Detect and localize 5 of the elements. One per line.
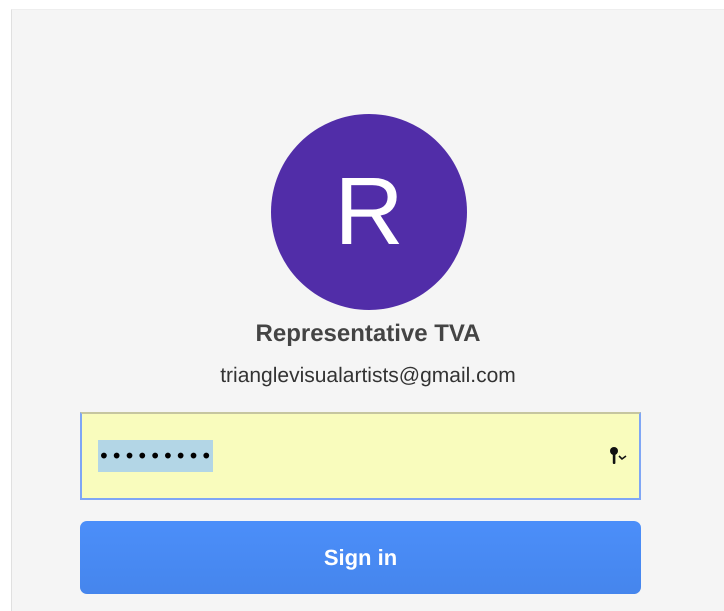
account-email: trianglevisualartists@gmail.com (220, 364, 516, 388)
account-name: Representative TVA (256, 320, 480, 348)
key-icon[interactable] (609, 446, 629, 466)
avatar: R (271, 114, 467, 310)
password-field[interactable]: ••••••••• (80, 412, 641, 500)
